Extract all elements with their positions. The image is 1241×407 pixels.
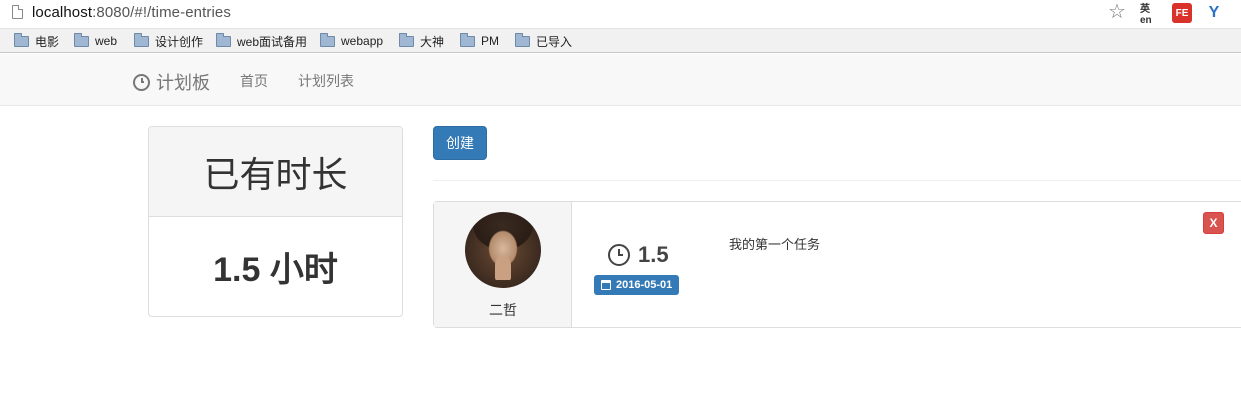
brand-link[interactable]: 计划板	[133, 69, 210, 95]
page-icon	[12, 5, 23, 19]
translate-extension-icon[interactable]: 英en	[1140, 3, 1160, 26]
folder-icon	[460, 32, 475, 47]
url-path: :8080/#!/time-entries	[92, 4, 231, 21]
url-host: localhost	[32, 4, 93, 21]
folder-icon	[134, 32, 149, 47]
bookmark-label: PM	[481, 34, 499, 48]
folder-icon	[399, 32, 414, 47]
url-text[interactable]: localhost:8080/#!/time-entries	[32, 4, 231, 21]
bookmark-folder[interactable]: 电影	[14, 32, 60, 49]
bookmark-folder[interactable]: web面试备用	[216, 32, 308, 49]
hours-value: 1.5	[638, 242, 669, 267]
brand-title: 计划板	[156, 73, 210, 93]
bookmark-folder[interactable]: 已导入	[515, 32, 573, 49]
folder-icon	[515, 32, 530, 47]
bookmark-folder[interactable]: PM	[460, 32, 499, 49]
bookmark-label: 电影	[35, 34, 60, 49]
bookmark-folder[interactable]: web	[74, 32, 118, 49]
time-entry-card: 二哲 1.5 2016-05-01 我的第一个任务 X	[433, 201, 1241, 328]
clock-icon	[608, 244, 630, 266]
panel-heading: 已有时长	[149, 127, 402, 217]
create-button[interactable]: 创建	[433, 126, 487, 160]
folder-icon	[74, 32, 89, 47]
entry-hours: 1.5	[608, 242, 669, 268]
calendar-icon	[601, 280, 611, 290]
bookmarks-bar: 电影 web 设计创作 web面试备用 webapp 大神 PM 已导入	[0, 28, 1241, 53]
avatar	[465, 212, 541, 288]
folder-icon	[320, 32, 335, 47]
browser-url-bar[interactable]: localhost:8080/#!/time-entries ☆ 英en FE …	[0, 0, 1241, 28]
bookmark-folder[interactable]: 设计创作	[134, 32, 204, 49]
v-extension-icon[interactable]: Y	[1204, 3, 1224, 23]
folder-icon	[14, 32, 29, 47]
folder-icon	[216, 32, 231, 47]
bookmark-star-icon[interactable]: ☆	[1108, 2, 1126, 22]
total-time-panel: 已有时长 1.5 小时	[148, 126, 403, 317]
bookmark-label: 大神	[420, 34, 445, 49]
bookmark-label: web面试备用	[237, 34, 308, 49]
bookmark-label: 已导入	[536, 34, 573, 49]
app-navbar: 计划板 首页 计划列表	[0, 54, 1241, 106]
total-hours-value: 1.5 小时	[213, 251, 338, 289]
bookmark-folder[interactable]: 大神	[399, 32, 445, 49]
bookmark-label: webapp	[341, 34, 384, 48]
clock-icon	[133, 73, 150, 91]
bookmark-label: web	[95, 34, 118, 48]
date-badge: 2016-05-01	[594, 275, 680, 295]
divider	[433, 180, 1241, 181]
nav-plan-list[interactable]: 计划列表	[298, 71, 354, 91]
fe-extension-icon[interactable]: FE	[1172, 3, 1192, 23]
user-name: 二哲	[489, 302, 517, 318]
delete-button[interactable]: X	[1203, 212, 1224, 234]
entry-user: 二哲	[434, 202, 572, 327]
bookmark-folder[interactable]: webapp	[320, 32, 384, 49]
date-value: 2016-05-01	[616, 279, 673, 291]
nav-home[interactable]: 首页	[240, 71, 268, 91]
entry-comment: 我的第一个任务	[729, 237, 821, 252]
bookmark-label: 设计创作	[155, 34, 204, 49]
